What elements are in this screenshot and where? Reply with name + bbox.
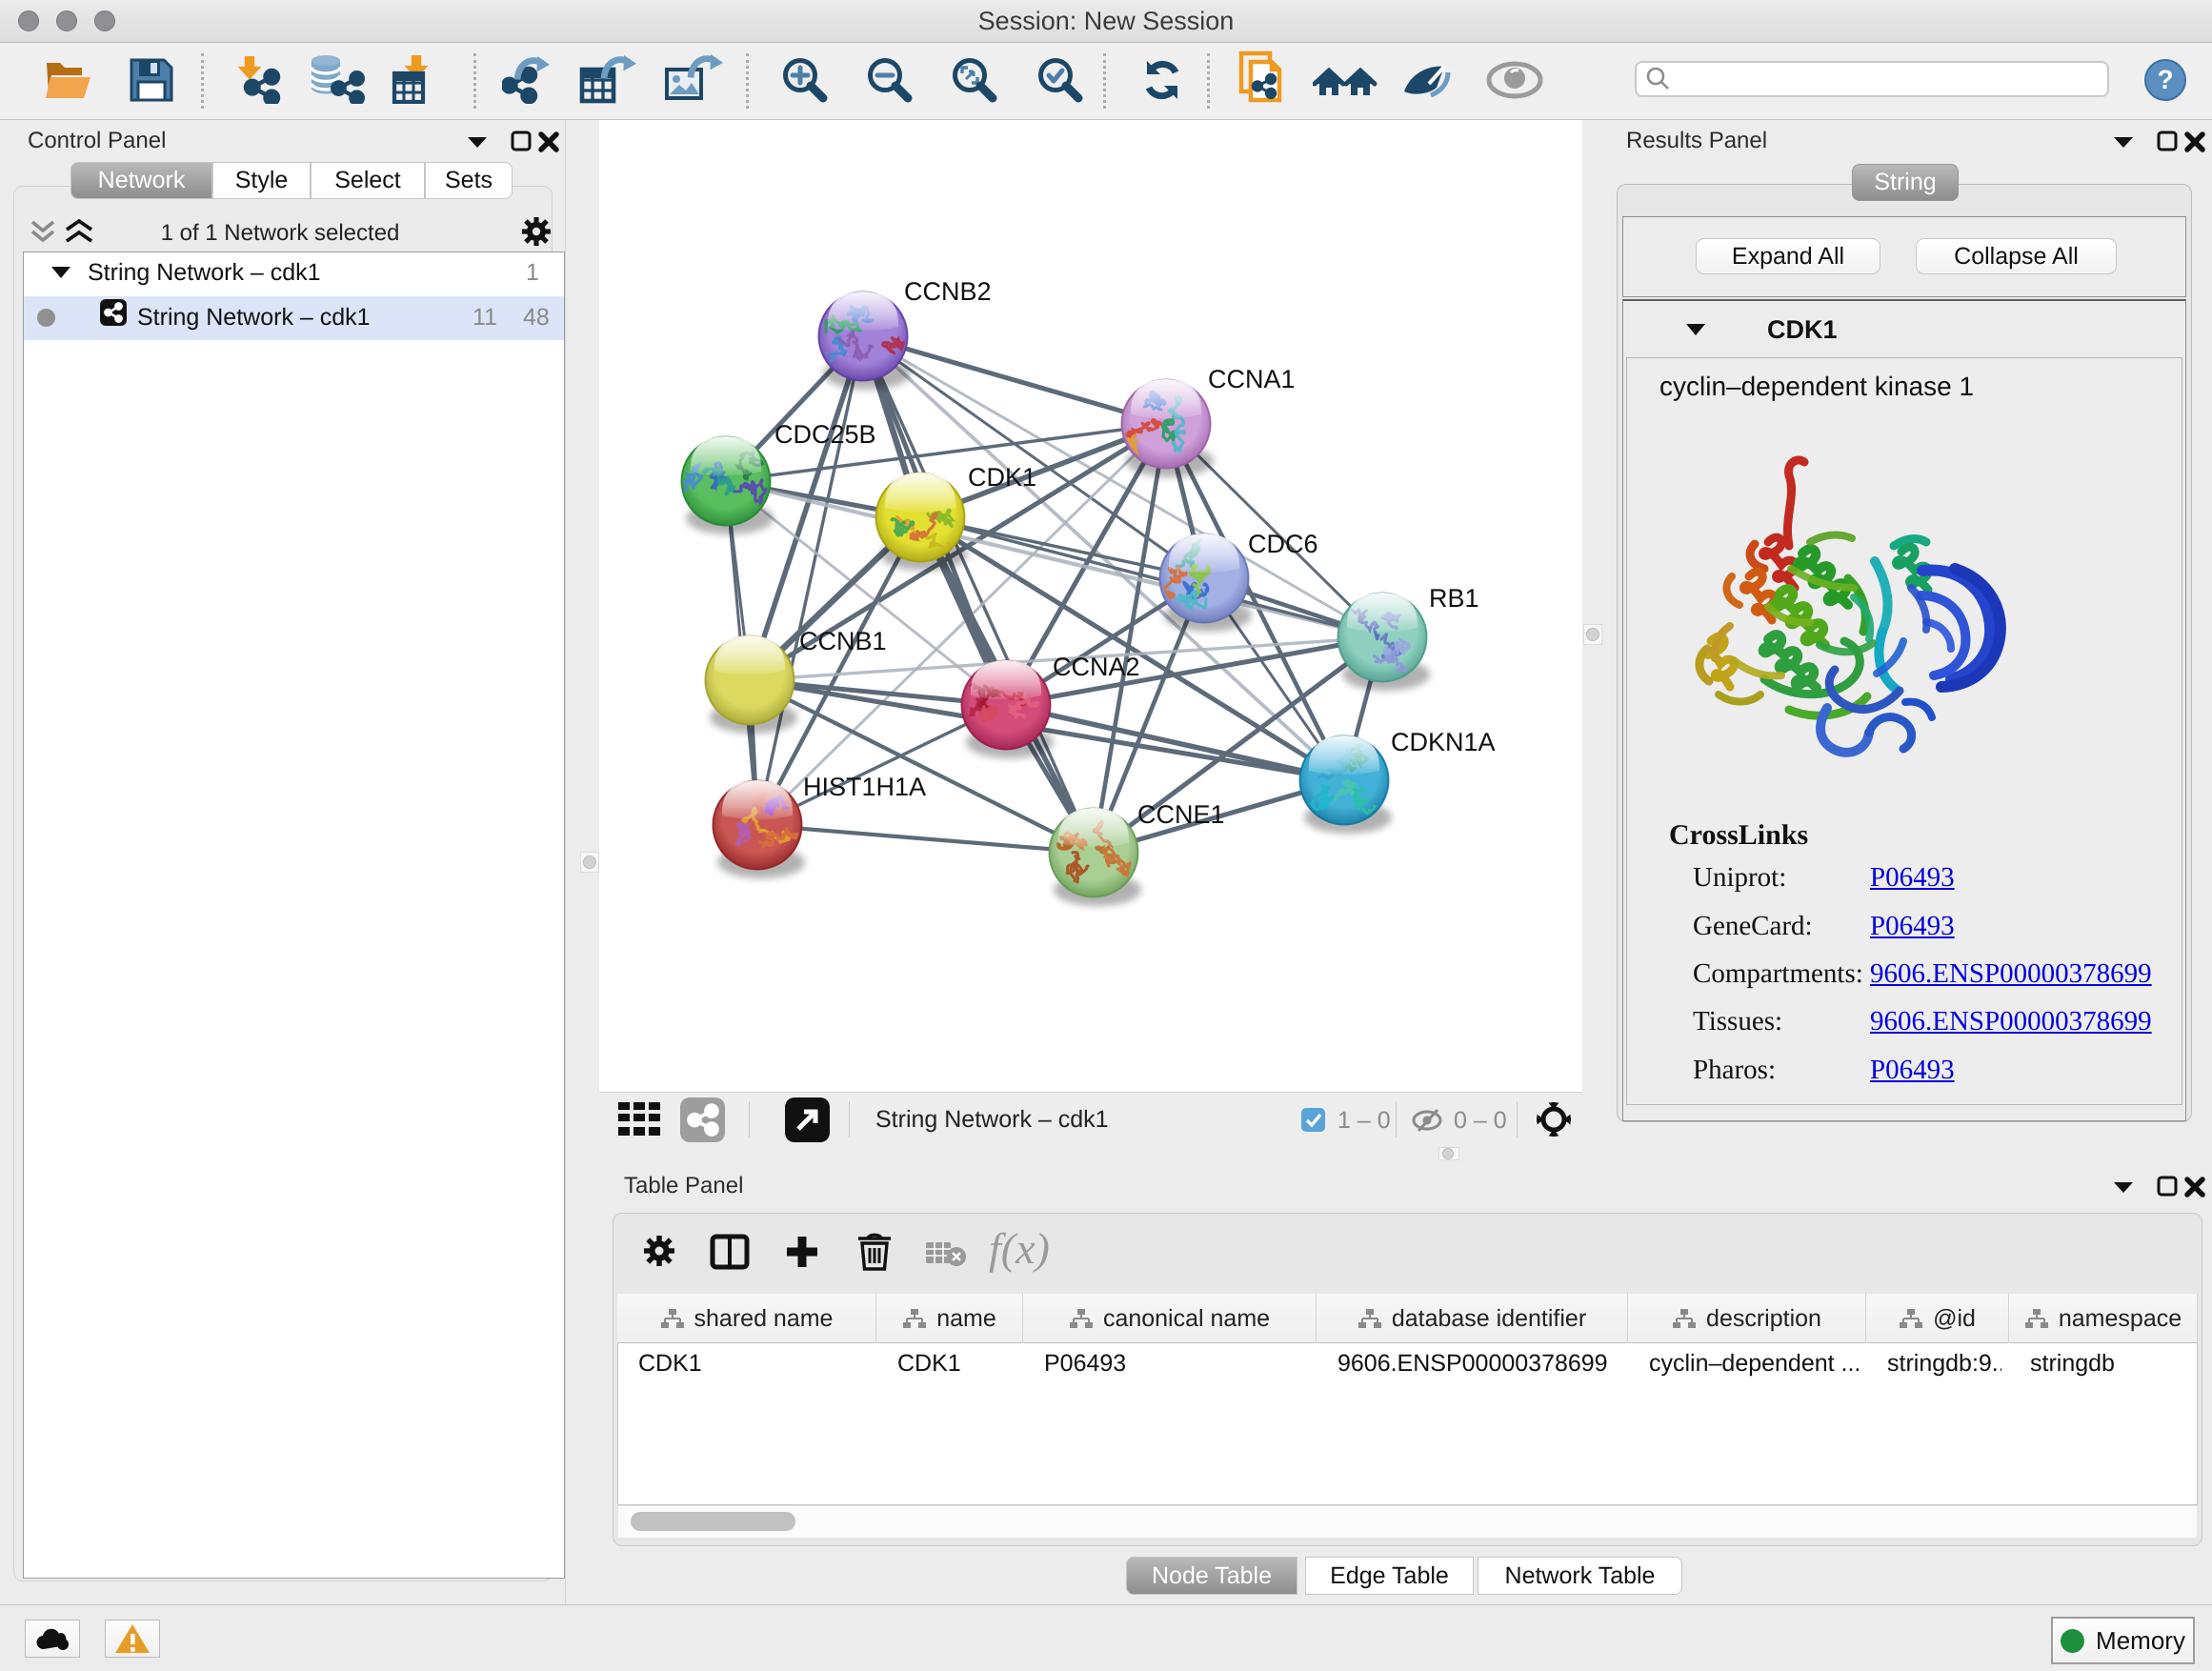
- svg-text:CCNA1: CCNA1: [1208, 365, 1296, 393]
- svg-text:CDK1: CDK1: [968, 463, 1036, 492]
- svg-text:CCNB2: CCNB2: [904, 277, 992, 306]
- svg-text:CDKN1A: CDKN1A: [1391, 728, 1496, 756]
- svg-text:CCNA2: CCNA2: [1053, 653, 1140, 681]
- svg-text:CDC6: CDC6: [1248, 530, 1318, 558]
- svg-text:RB1: RB1: [1429, 584, 1479, 613]
- svg-text:CCNB1: CCNB1: [799, 627, 887, 655]
- svg-text:HIST1H1A: HIST1H1A: [803, 773, 926, 801]
- svg-text:CDC25B: CDC25B: [774, 420, 876, 449]
- svg-text:?: ?: [2157, 65, 2173, 94]
- svg-text:CCNE1: CCNE1: [1137, 800, 1225, 829]
